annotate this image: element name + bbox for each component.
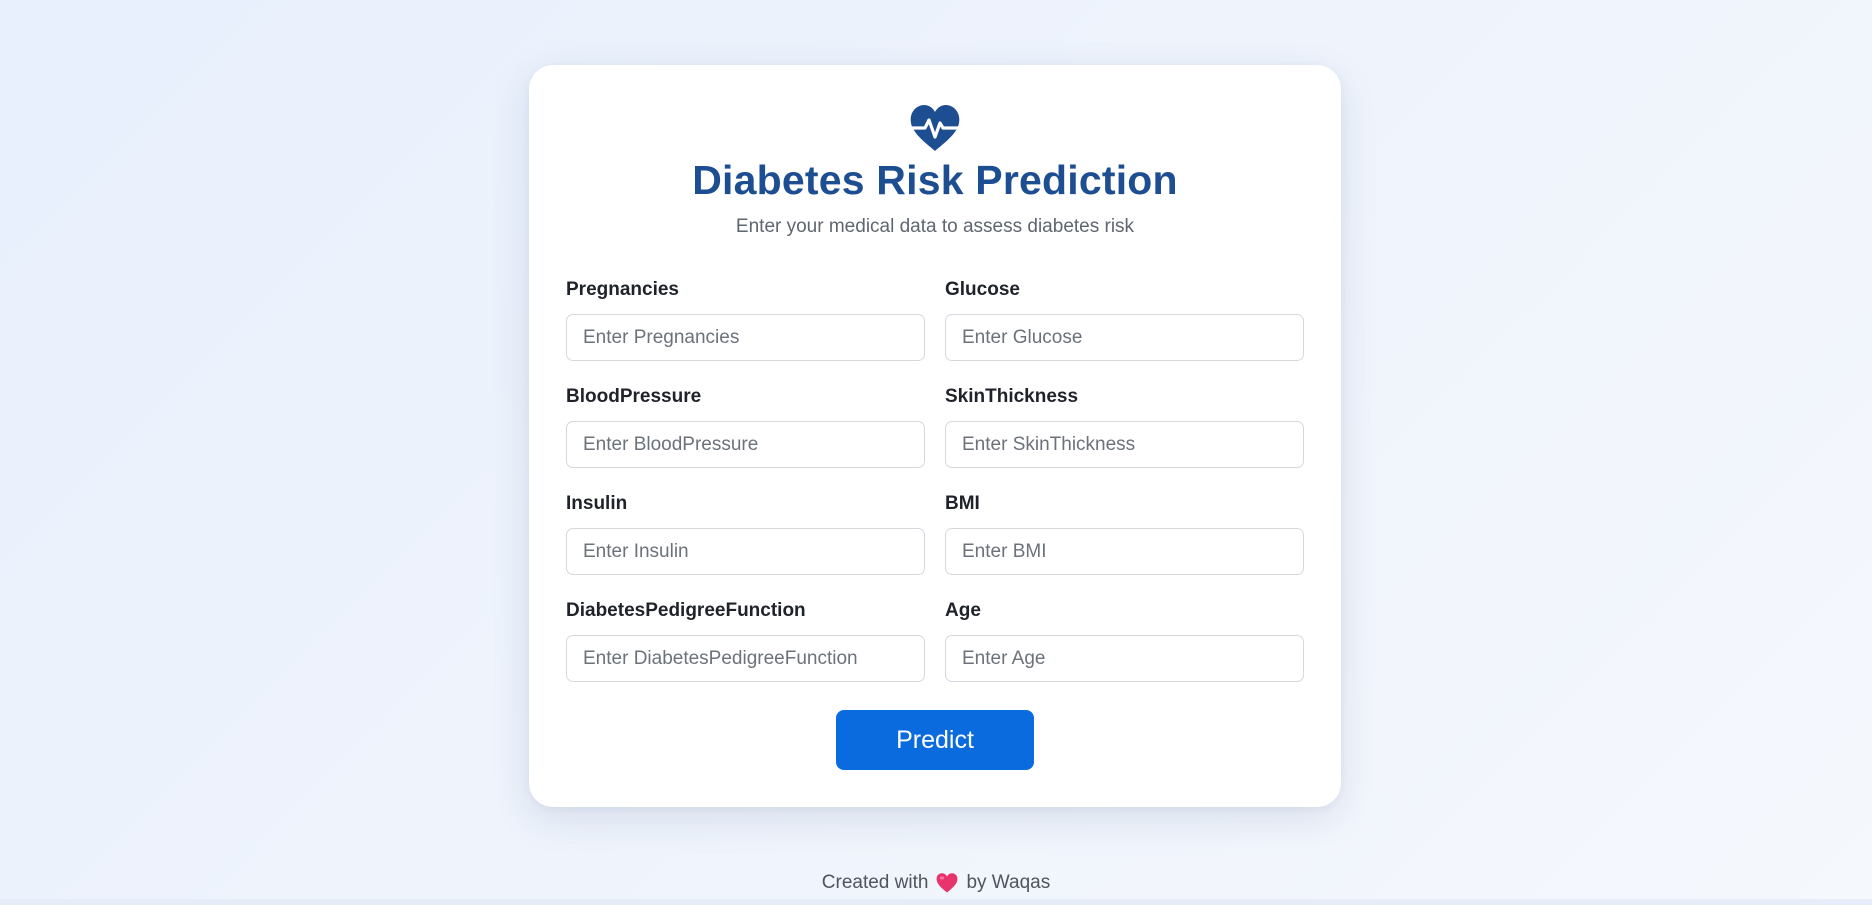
footer-prefix: Created with xyxy=(821,872,929,893)
bmi-input[interactable] xyxy=(945,528,1304,575)
skin-thickness-input[interactable] xyxy=(945,421,1304,468)
blood-pressure-input[interactable] xyxy=(566,421,925,468)
page-subtitle: Enter your medical data to assess diabet… xyxy=(735,216,1135,237)
skin-thickness-label: SkinThickness xyxy=(945,386,1079,407)
field-blood-pressure: BloodPressure xyxy=(566,385,925,468)
field-glucose: Glucose xyxy=(945,278,1304,361)
diabetes-pedigree-function-input[interactable] xyxy=(566,635,925,682)
field-pregnancies: Pregnancies xyxy=(566,278,925,361)
prediction-card: Diabetes Risk Prediction Enter your medi… xyxy=(529,65,1341,807)
bottom-strip xyxy=(0,899,1872,905)
page-title: Diabetes Risk Prediction xyxy=(692,157,1178,203)
heart-icon xyxy=(937,873,958,893)
diabetes-pedigree-function-label: DiabetesPedigreeFunction xyxy=(566,600,806,621)
predict-button[interactable]: Predict xyxy=(836,710,1034,770)
age-label: Age xyxy=(945,600,981,621)
heartbeat-icon xyxy=(910,105,960,151)
blood-pressure-label: BloodPressure xyxy=(566,386,702,407)
footer: Created with by Waqas xyxy=(0,872,1872,894)
bmi-label: BMI xyxy=(945,493,980,514)
age-input[interactable] xyxy=(945,635,1304,682)
insulin-input[interactable] xyxy=(566,528,925,575)
glucose-input[interactable] xyxy=(945,314,1304,361)
pregnancies-input[interactable] xyxy=(566,314,925,361)
insulin-label: Insulin xyxy=(566,493,628,514)
field-insulin: Insulin xyxy=(566,492,925,575)
field-diabetes-pedigree-function: DiabetesPedigreeFunction xyxy=(566,599,925,682)
glucose-label: Glucose xyxy=(945,279,1020,300)
pregnancies-label: Pregnancies xyxy=(566,279,679,300)
field-skin-thickness: SkinThickness xyxy=(945,385,1304,468)
footer-suffix: by Waqas xyxy=(966,872,1051,893)
field-bmi: BMI xyxy=(945,492,1304,575)
field-age: Age xyxy=(945,599,1304,682)
